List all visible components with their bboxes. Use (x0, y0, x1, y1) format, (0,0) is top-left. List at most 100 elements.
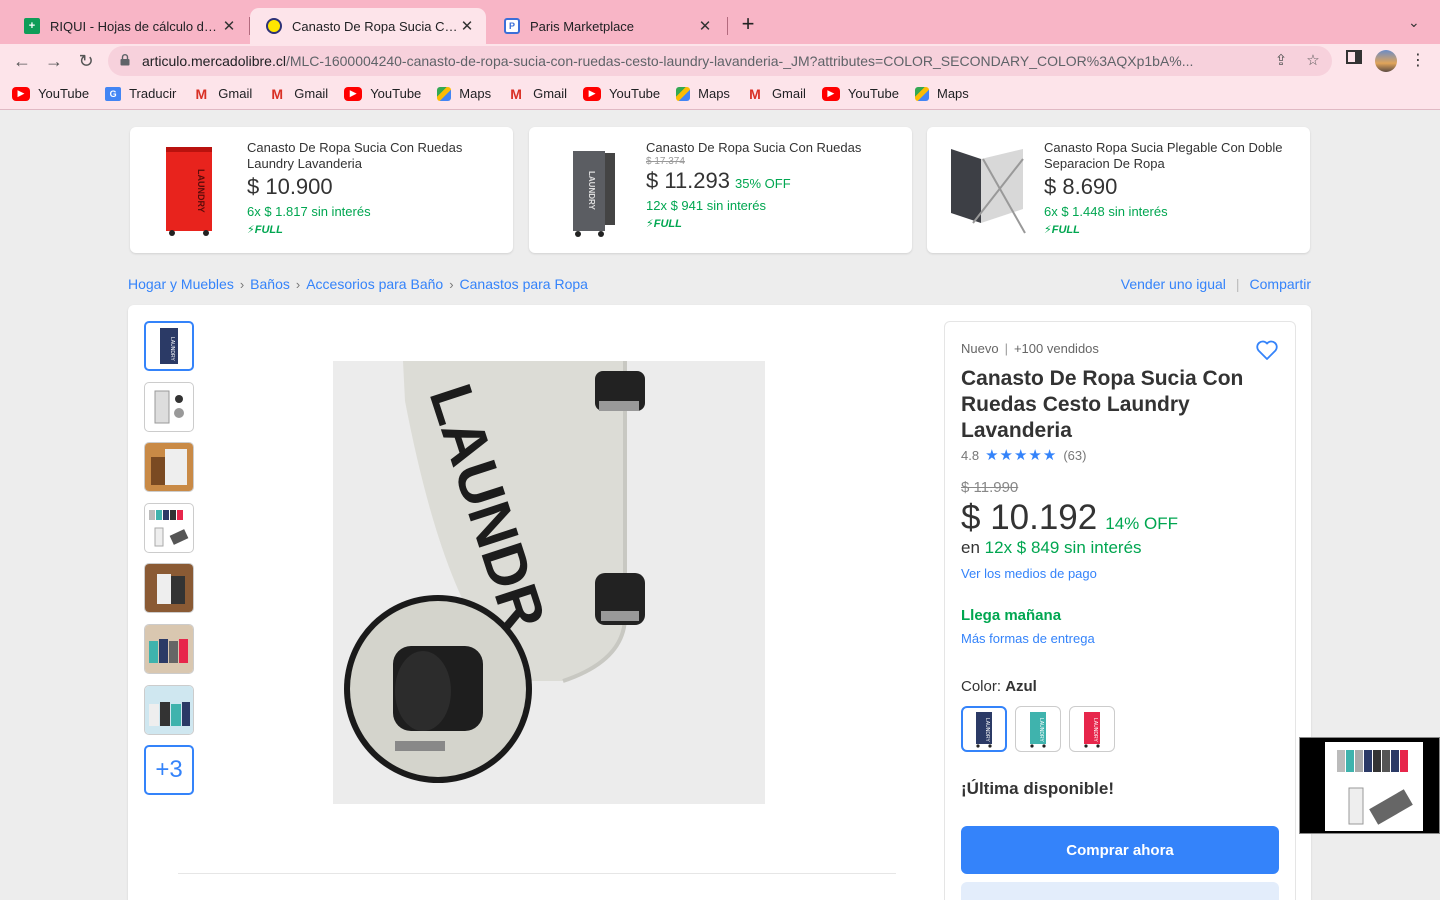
gallery-thumbnail[interactable] (144, 624, 194, 674)
more-images-button[interactable]: +3 (144, 745, 194, 795)
bookmark-label: Gmail (771, 86, 806, 101)
bookmark-maps[interactable]: Maps (914, 86, 969, 101)
maps-icon (676, 86, 691, 101)
bookmark-gmail[interactable]: M Gmail (746, 86, 806, 102)
svg-text:LAUNDRY: LAUNDRY (587, 171, 596, 210)
color-swatch-turquesa[interactable]: LAUNDRY (1015, 706, 1061, 752)
buy-now-button[interactable]: Comprar ahora (961, 826, 1279, 874)
color-swatch-azul[interactable]: LAUNDRY (961, 706, 1007, 752)
tab-separator (727, 17, 728, 35)
color-label-text: Color: (961, 678, 1002, 695)
bookmark-youtube[interactable]: ▶ YouTube (821, 86, 899, 101)
installments-value: 12x $ 849 sin interés (984, 538, 1142, 557)
add-to-cart-button[interactable]: Agregar al carrito (961, 882, 1279, 900)
close-icon[interactable]: ✕ (696, 17, 714, 35)
bookmark-youtube[interactable]: ▶ YouTube (583, 86, 660, 101)
gallery-thumbnail[interactable] (144, 563, 194, 613)
bookmark-label: Gmail (294, 86, 329, 101)
url-text[interactable]: articulo.mercadolibre.cl/MLC-1600004240-… (142, 53, 1262, 69)
bookmark-label: Maps (936, 86, 969, 101)
review-count: (63) (1063, 447, 1087, 463)
bookmark-gmail[interactable]: M Gmail (192, 86, 253, 102)
old-price: $ 11.990 (961, 479, 1019, 496)
recommendation-title: Canasto De Ropa Sucia Con Ruedas (646, 140, 862, 155)
share-icon[interactable]: ⇪ (1271, 51, 1291, 71)
bookmark-label: Maps (698, 86, 730, 101)
bookmark-traducir[interactable]: G Traducir (105, 86, 176, 101)
bookmark-gmail[interactable]: M Gmail (268, 86, 329, 102)
chevron-down-icon[interactable]: ⌄ (1408, 14, 1420, 31)
paris-icon: P (504, 18, 520, 34)
share-link[interactable]: Compartir (1250, 276, 1311, 292)
sell-similar-link[interactable]: Vender uno igual (1121, 276, 1226, 292)
product-main-image[interactable]: LAUNDR (333, 361, 765, 804)
divider: | (1004, 341, 1008, 356)
gallery-thumbnail[interactable]: LAUNDRY (144, 321, 194, 371)
back-icon[interactable]: ← (10, 49, 34, 73)
bookmark-maps[interactable]: Maps (437, 86, 491, 101)
bookmark-label: Traducir (129, 86, 177, 101)
breadcrumb: Hogar y Muebles › Baños › Accesorios para … (128, 276, 588, 292)
gallery-thumbnail[interactable] (144, 503, 194, 553)
product-image (951, 149, 1026, 234)
bookmark-label: Maps (459, 86, 492, 101)
star-rating-icon: ★★★★★ (985, 447, 1058, 464)
color-value: Azul (1005, 678, 1037, 695)
sold-count: +100 vendidos (1013, 341, 1099, 356)
gallery-thumbnail[interactable] (144, 442, 194, 492)
full-shipping-badge: ⚡FULL (646, 218, 682, 230)
bookmark-gmail[interactable]: M Gmail (507, 86, 567, 102)
recommendation-card[interactable]: LAUNDRY Canasto De Ropa Sucia Con Ruedas… (529, 127, 912, 253)
close-icon[interactable]: ✕ (220, 17, 238, 35)
breadcrumb-link[interactable]: Canastos para Ropa (460, 276, 588, 292)
color-swatch-rojo[interactable]: LAUNDRY (1069, 706, 1115, 752)
heart-icon[interactable] (1255, 338, 1279, 362)
bookmark-label: YouTube (609, 86, 661, 101)
bookmark-maps[interactable]: Maps (676, 86, 730, 101)
browser-toolbar: ← → ↻ articulo.mercadolibre.cl/MLC-16000… (0, 44, 1440, 78)
recommendation-discount: 35% OFF (735, 176, 791, 191)
product-rating[interactable]: 4.8 ★★★★★ (63) (961, 446, 1086, 464)
recommendation-card[interactable]: LAUNDRY Canasto De Ropa Sucia Con Ruedas… (130, 127, 513, 253)
tab-sheets[interactable]: + RIQUI - Hojas de cálculo de Google ✕ (8, 8, 248, 44)
forward-icon[interactable]: → (42, 49, 66, 73)
profile-avatar[interactable] (1375, 50, 1397, 72)
new-tab-button[interactable]: + (737, 13, 759, 35)
breadcrumb-link[interactable]: Hogar y Muebles (128, 276, 234, 292)
delivery-options-link[interactable]: Más formas de entrega (961, 631, 1095, 646)
gallery-thumbnail[interactable] (144, 685, 194, 735)
close-icon[interactable]: ✕ (458, 17, 476, 35)
page-content: LAUNDRY Canasto De Ropa Sucia Con Ruedas… (0, 111, 1440, 900)
breadcrumb-link[interactable]: Accesorios para Baño (306, 276, 443, 292)
sheets-icon: + (24, 18, 40, 34)
payment-methods-link[interactable]: Ver los medios de pago (961, 566, 1097, 581)
recommendation-title: Canasto De Ropa Sucia Con Ruedas Laundry… (247, 140, 463, 171)
tab-paris[interactable]: P Paris Marketplace ✕ (488, 8, 724, 44)
recommendation-installments: 12x $ 941 sin interés (646, 198, 766, 213)
kebab-menu-icon[interactable]: ⋮ (1407, 50, 1429, 72)
bookmark-youtube[interactable]: ▶ YouTube (344, 86, 421, 101)
bookmark-youtube[interactable]: ▶ YouTube (12, 86, 89, 101)
side-panel-icon[interactable] (1343, 50, 1365, 72)
reload-icon[interactable]: ↻ (74, 49, 98, 73)
stock-status: ¡Última disponible! (961, 779, 1114, 798)
maps-icon (437, 86, 452, 101)
address-bar[interactable]: articulo.mercadolibre.cl/MLC-1600004240-… (108, 46, 1332, 76)
price-row: $ 10.192 14% OFF (961, 498, 1178, 538)
star-icon[interactable]: ☆ (1303, 51, 1323, 71)
current-price: $ 10.192 (961, 498, 1098, 537)
breadcrumb-link[interactable]: Baños (250, 276, 290, 292)
recommendation-card[interactable]: Canasto Ropa Sucia Plegable Con Doble Se… (927, 127, 1310, 253)
recommendation-old-price: $ 17.374 (646, 156, 685, 167)
discount-badge: 14% OFF (1105, 514, 1178, 533)
floating-image-preview[interactable] (1299, 737, 1440, 834)
tab-product[interactable]: Canasto De Ropa Sucia Con Ruedas ✕ (250, 8, 486, 44)
gallery-thumbnail[interactable] (144, 382, 194, 432)
recommendation-installments: 6x $ 1.448 sin interés (1044, 204, 1168, 219)
product-panel: LAUNDRY +3 LAUNDR Nuevo | +100 vendidos … (128, 305, 1311, 900)
bookmark-label: YouTube (38, 86, 90, 101)
lock-icon[interactable] (120, 54, 130, 66)
product-title: Canasto De Ropa Sucia Con Ruedas Cesto L… (961, 367, 1244, 442)
bookmark-label: Gmail (218, 86, 253, 101)
chevron-right-icon: › (239, 276, 245, 292)
